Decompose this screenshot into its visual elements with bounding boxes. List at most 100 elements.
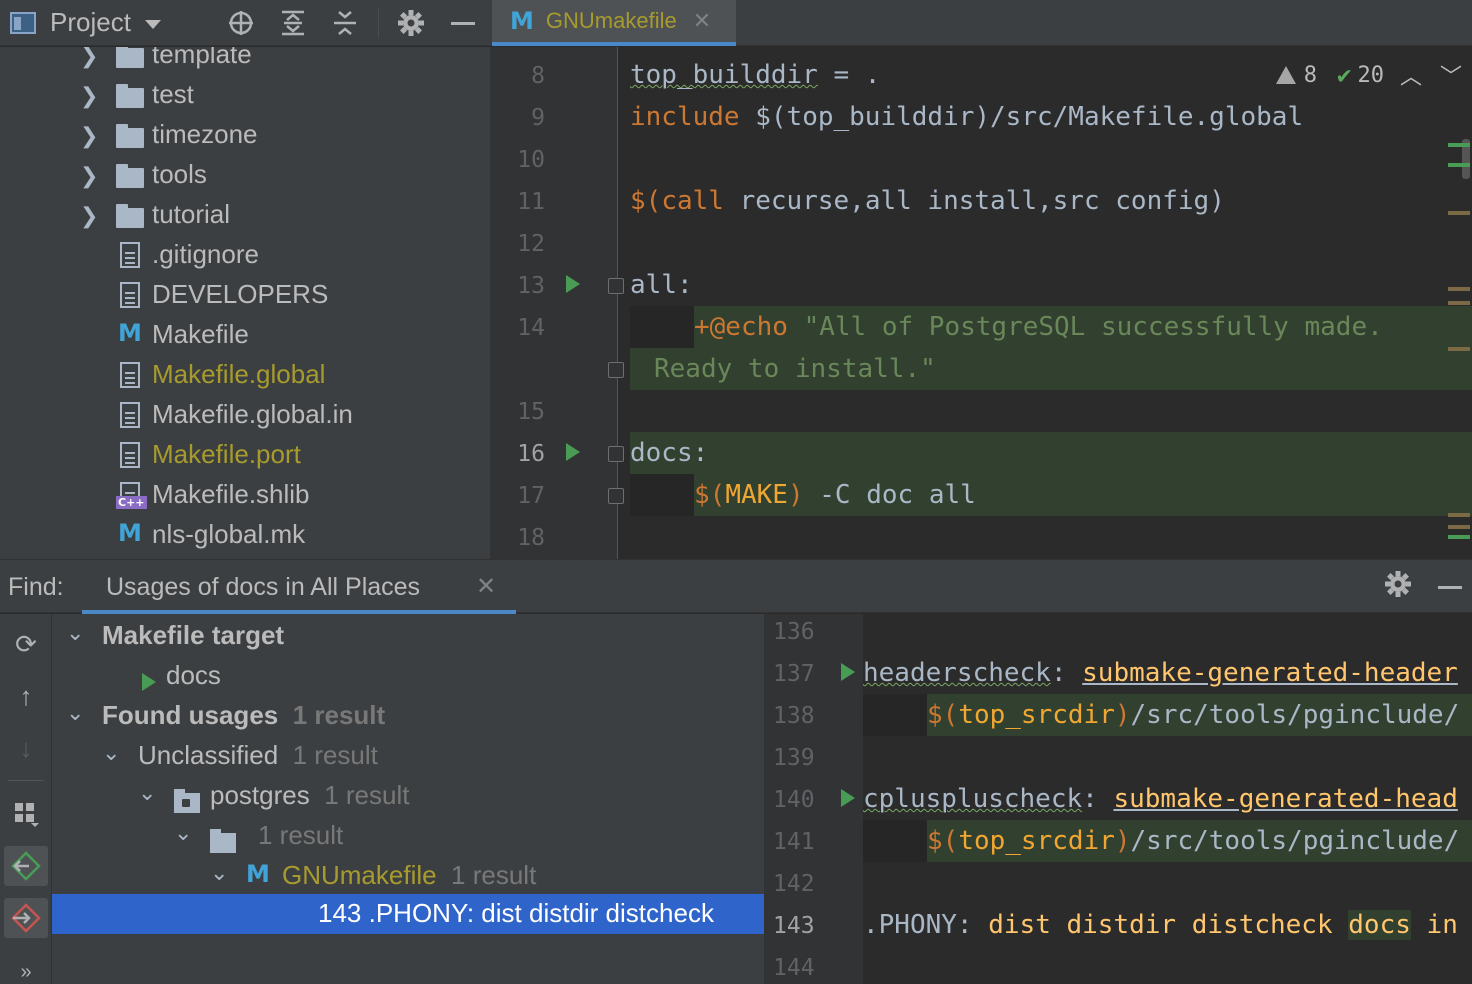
chevron-right-icon[interactable]: ❯ [80, 123, 100, 148]
chevron-down-icon[interactable]: ⌄ [210, 860, 228, 886]
chevron-right-icon[interactable]: ❯ [80, 163, 100, 188]
node-label: Makefile target [102, 620, 285, 650]
gear-icon[interactable] [396, 8, 426, 38]
find-toolwindow-header: Find: Usages of docs in All Places ✕ [0, 559, 1472, 614]
tree-item-label: template [152, 47, 252, 69]
fold-icon[interactable] [608, 446, 624, 462]
inspection-widget[interactable]: 8 ✔ 20 [1275, 61, 1384, 89]
line-number: 12 [517, 231, 545, 257]
indent-marker [630, 474, 694, 516]
line-number: 14 [517, 315, 545, 341]
line-number: 137 [773, 661, 815, 687]
tab-usages[interactable]: Usages of docs in All Places ✕ [82, 560, 516, 614]
highlighted-usage: docs [1348, 910, 1411, 940]
code-token: : [1082, 784, 1114, 814]
collapse-all-icon[interactable] [330, 8, 360, 38]
chevron-down-icon[interactable]: ⌄ [102, 740, 120, 766]
more-actions-icon[interactable]: » [4, 952, 48, 984]
code-editor[interactable]: 8 9 10 11 12 13 14 15 16 17 18 top_build… [490, 47, 1472, 559]
arrow-up-icon[interactable]: ↑ [4, 676, 48, 716]
rerun-icon[interactable]: ⟳ [4, 624, 48, 664]
preview-line-141: $(top_srcdir)/src/tools/pginclude/ [927, 820, 1459, 862]
change-marker [1448, 535, 1470, 539]
editor-tab-gnumakefile[interactable]: M GNUmakefile ✕ [492, 0, 736, 46]
tree-node-usage-143[interactable]: 143 .PHONY: dist distdir distcheck [52, 894, 764, 934]
minimize-icon[interactable] [1438, 586, 1462, 589]
run-target-icon[interactable] [566, 443, 580, 461]
preview-line-140: cpluspluscheck: submake-generated-head [863, 778, 1458, 820]
chevron-right-icon[interactable]: ❯ [80, 47, 100, 68]
change-marker [1448, 143, 1470, 147]
arrow-down-icon[interactable]: ↓ [4, 728, 48, 768]
code-token: dist distdir distcheck [988, 910, 1349, 940]
chevron-down-icon[interactable]: ⌄ [138, 780, 156, 806]
tree-item-label: Makefile.global [152, 359, 326, 389]
chevron-down-icon[interactable]: ⌄ [174, 820, 192, 846]
line-number: 11 [517, 189, 545, 215]
gitignore-file-icon [116, 242, 146, 270]
usage-highlight [630, 432, 1472, 474]
preview-line-138: $(top_srcdir)/src/tools/pginclude/ [927, 694, 1459, 736]
code-line-11: $(call recurse,all install,src config) [630, 180, 1225, 222]
code-line-14: +@echo "All of PostgreSQL successfully m… [694, 306, 1383, 348]
code-token: +@echo [694, 312, 788, 342]
tree-item-label: test [152, 79, 194, 109]
run-target-icon[interactable] [566, 275, 580, 293]
line-number: 136 [773, 619, 815, 645]
run-target-icon[interactable] [841, 789, 855, 807]
chevron-down-icon[interactable]: ﹀ [1440, 59, 1462, 91]
fold-icon[interactable] [608, 488, 624, 504]
tree-node-target-docs[interactable]: docs [52, 656, 764, 696]
close-icon[interactable]: ✕ [476, 572, 496, 601]
code-token: /src/tools/pginclude/ [1130, 700, 1460, 730]
module-folder-icon [174, 786, 200, 817]
chevron-down-icon [144, 20, 161, 29]
code-token: docs [630, 438, 693, 468]
open-in-editor-icon[interactable] [4, 898, 48, 938]
tree-node-unclassified[interactable]: ⌄ Unclassified 1 result [52, 736, 764, 776]
expand-all-icon[interactable] [278, 8, 308, 38]
usage-preview[interactable]: 136 137 138 139 140 141 142 143 144 head… [764, 614, 1472, 984]
tree-item-label: tools [152, 159, 207, 189]
group-by-icon[interactable] [4, 794, 48, 834]
fold-icon[interactable] [608, 362, 624, 378]
tree-node-gnumakefile[interactable]: ⌄ M GNUmakefile 1 result [52, 856, 764, 896]
minimize-icon[interactable] [448, 8, 478, 38]
locate-icon[interactable] [226, 8, 256, 38]
chevron-down-icon[interactable]: ⌄ [66, 620, 84, 646]
preview-gutter: 136 137 138 139 140 141 142 143 144 [765, 614, 863, 984]
navigate-with-single-click-icon[interactable] [4, 846, 48, 886]
fold-icon[interactable] [608, 278, 624, 294]
folder-icon [116, 82, 146, 110]
code-token: top_builddir [630, 60, 818, 90]
close-icon[interactable]: ✕ [693, 8, 711, 34]
usages-tree: ⌄ Makefile target docs ⌄ Found usages 1 … [52, 614, 764, 984]
tree-item-label: Makefile [152, 319, 249, 349]
makefile-icon: M [510, 7, 534, 35]
line-number: 142 [773, 871, 815, 897]
chevron-up-icon[interactable]: ︿ [1400, 59, 1422, 91]
project-view-selector[interactable]: Project [10, 7, 161, 38]
run-target-icon[interactable] [841, 663, 855, 681]
warning-marker [1448, 211, 1470, 215]
code-token: all: [630, 270, 693, 300]
tree-item-label: Makefile.global.in [152, 399, 353, 429]
code-line-8: top_builddir = . [630, 54, 880, 96]
tree-node-found-usages[interactable]: ⌄ Found usages 1 result [52, 696, 764, 736]
code-token: MAKE [725, 480, 788, 510]
chevron-down-icon[interactable]: ⌄ [66, 700, 84, 726]
warning-marker [1448, 287, 1470, 291]
change-marker [1448, 163, 1470, 167]
chevron-right-icon[interactable]: ❯ [80, 203, 100, 228]
usage-line-text: 143 .PHONY: dist distdir distcheck [318, 898, 714, 928]
tree-item-label: DEVELOPERS [152, 279, 329, 309]
gear-icon[interactable] [1384, 570, 1412, 605]
tree-item-label: Makefile.port [152, 439, 301, 469]
toolbar-separator [8, 780, 44, 781]
text-file-icon [116, 442, 146, 470]
code-token: $(top_builddir)/src/Makefile.global [739, 102, 1304, 132]
tree-node-postgres[interactable]: ⌄ postgres 1 result [52, 776, 764, 816]
tree-node-root-dir[interactable]: ⌄ 1 result [52, 816, 764, 856]
tree-node-makefile-target[interactable]: ⌄ Makefile target [52, 616, 764, 656]
chevron-right-icon[interactable]: ❯ [80, 83, 100, 108]
